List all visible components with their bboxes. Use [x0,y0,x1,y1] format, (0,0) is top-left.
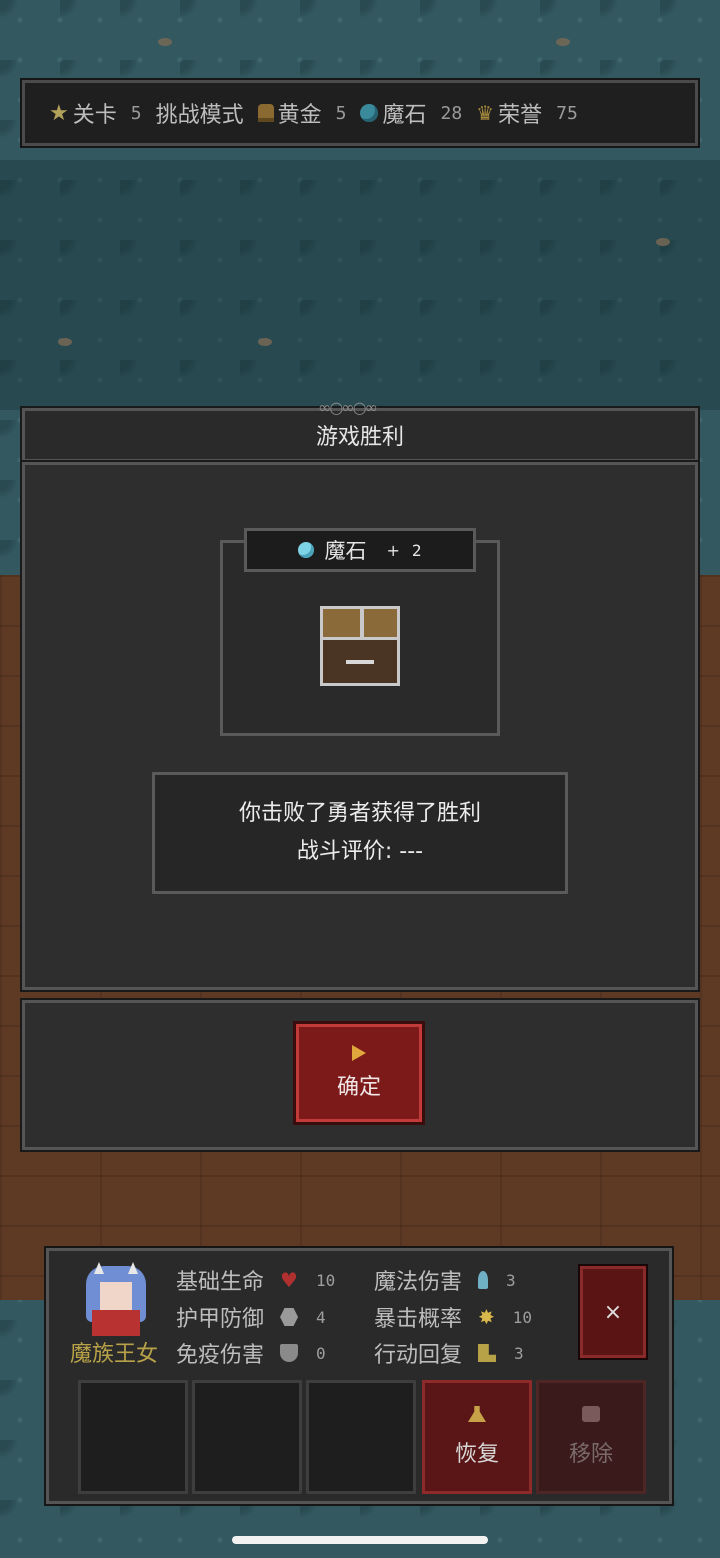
character-name: 魔族王女 [69,1342,158,1367]
restore-button[interactable]: 恢复 [422,1380,532,1494]
confirm-button[interactable]: 确定 [293,1021,425,1125]
close-icon: × [603,1299,623,1325]
stat-value: 4 [316,1307,326,1327]
honor-counter: ♛ 荣誉 75 [476,97,578,129]
ornament-icon: ∞○∞○∞ [318,398,378,417]
remove-button[interactable]: 移除 [536,1380,646,1494]
gold-value: 5 [335,102,347,124]
item-slot[interactable] [78,1380,188,1494]
magic-stone-icon [360,104,379,122]
magic-stone-label: 魔石 [382,103,427,128]
top-status-bar: ★ 关卡 5 挑战模式 黄金 5 魔石 28 ♛ 荣誉 75 [20,78,700,148]
reward-name: 魔石 [324,539,367,563]
level-label: 关卡 [72,103,117,128]
heart-icon: ♥ [280,1268,298,1292]
remove-label: 移除 [568,1442,613,1467]
stat-magic-damage: 魔法伤害 3 [374,1264,516,1296]
mode-label: 挑战模式 [155,103,244,128]
bag-icon [582,1406,600,1422]
star-icon: ★ [49,100,69,126]
magic-stone-counter: 魔石 28 [360,97,462,129]
play-icon [352,1045,366,1061]
character-avatar[interactable] [78,1262,154,1338]
stat-label: 行动回复 [374,1343,463,1368]
item-slot[interactable] [192,1380,302,1494]
close-button[interactable]: × [578,1264,648,1360]
gold-label: 黄金 [277,103,322,128]
stat-crit-chance: 暴击概率 ✸ 10 [374,1301,532,1333]
stat-value: 0 [316,1343,326,1363]
stat-base-hp: 基础生命 ♥ 10 [176,1264,335,1296]
magic-stone-icon [298,542,315,558]
armor-icon [280,1308,299,1326]
boot-icon [478,1344,497,1362]
treasure-chest-icon [318,606,402,690]
stat-label: 基础生命 [176,1270,265,1295]
reward-amount: 2 [411,540,422,560]
stat-label: 护甲防御 [176,1307,265,1332]
pebble [158,38,172,46]
crown-icon: ♛ [476,101,495,125]
sparkle-icon: ✸ [478,1305,495,1329]
dialog-title: 游戏胜利 [315,425,404,450]
pebble [556,38,570,46]
battle-rating: 战斗评价: --- [296,839,424,864]
level-value: 5 [130,102,142,124]
mode-indicator: 挑战模式 [156,97,244,129]
stat-label: 魔法伤害 [374,1270,463,1295]
stat-immunity: 免疫伤害 0 [176,1337,326,1369]
pebble [258,338,272,346]
pebble [656,238,670,246]
reward-plus: + [386,540,400,560]
stat-value: 10 [512,1307,533,1327]
magic-stone-value: 28 [440,102,463,124]
restore-label: 恢复 [454,1442,499,1467]
shield-icon [280,1344,299,1362]
result-message: 你击败了勇者获得了胜利 战斗评价: --- [152,772,568,894]
stat-value: 10 [315,1270,336,1290]
wand-icon [478,1271,489,1289]
flask-icon [468,1406,486,1422]
level-counter: ★ 关卡 5 [49,97,142,129]
victory-text: 你击败了勇者获得了胜利 [238,801,481,826]
honor-value: 75 [556,102,578,124]
pebble [58,338,72,346]
confirm-label: 确定 [336,1075,381,1100]
gold-counter: 黄金 5 [257,97,347,129]
stat-label: 免疫伤害 [176,1343,265,1368]
stat-value: 3 [506,1270,516,1290]
gold-icon [257,104,274,122]
home-indicator[interactable] [232,1536,488,1544]
item-slot[interactable] [306,1380,416,1494]
stat-value: 3 [514,1343,524,1363]
stat-action-recovery: 行动回复 3 [374,1337,524,1369]
reward-label: 魔石 + 2 [244,528,476,572]
honor-label: 荣誉 [498,103,543,128]
stat-armor: 护甲防御 4 [176,1301,326,1333]
stat-label: 暴击概率 [374,1307,463,1332]
water-shadow [0,160,720,410]
